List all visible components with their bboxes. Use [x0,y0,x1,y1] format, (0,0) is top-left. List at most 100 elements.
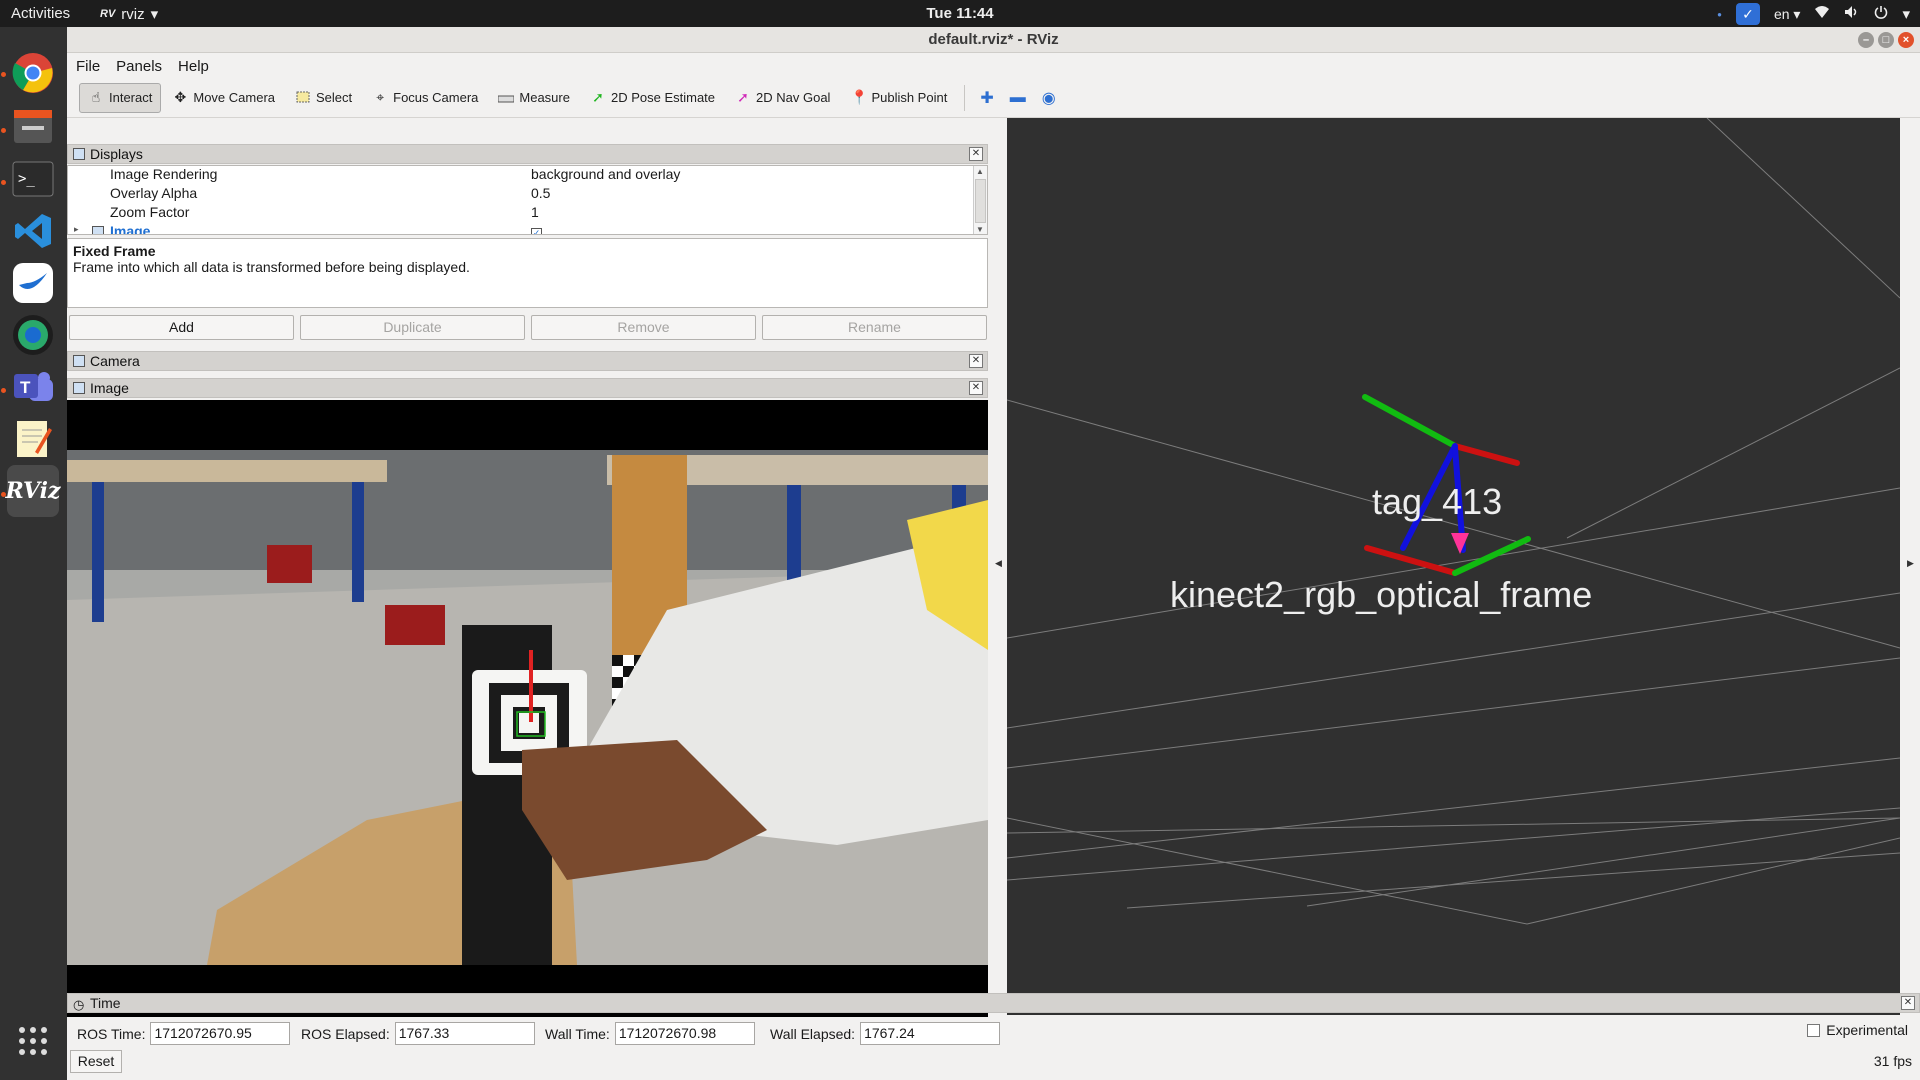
right-splitter-handle[interactable]: ▶ [1904,118,1918,1015]
pose-estimate-tool-button[interactable]: ➚ 2D Pose Estimate [581,83,724,113]
ros-time-value[interactable]: 1712072670.95 [150,1022,291,1045]
system-tray: ● ✓ en ▾ ▾ [1717,3,1910,25]
wall-elapsed-label: Wall Elapsed: [770,1025,856,1042]
globe-app-icon[interactable] [7,309,59,361]
wall-time-field: Wall Time: 1712072670.98 [545,1022,755,1045]
eye-icon: ◉ [1041,89,1056,107]
properties-scrollbar[interactable]: ▲ ▼ [973,166,987,234]
property-value[interactable]: 1 [531,204,539,220]
property-key: Image Rendering [110,166,218,182]
display-properties-tree[interactable]: Image Rendering background and overlay O… [67,165,988,235]
display-enabled-checkbox[interactable]: ✓ [531,223,542,234]
clock[interactable]: Tue 11:44 [0,5,1920,22]
interact-tool-button[interactable]: ☝ Interact [79,82,162,113]
render-canvas[interactable]: tag_413 kinect2_rgb_optical_frame [1007,118,1900,1015]
menu-bar: File Panels Help [67,54,1920,78]
window-titlebar[interactable]: default.rviz* - RViz – □ × [67,27,1920,53]
property-row[interactable]: Overlay Alpha 0.5 [68,185,974,204]
scrollbar-thumb[interactable] [975,179,986,223]
messaging-app-icon[interactable] [7,257,59,309]
chevron-right-icon[interactable]: ▶ [1907,558,1914,569]
tool-properties-button[interactable]: ◉ [1035,83,1063,113]
language-selector[interactable]: en ▾ [1774,6,1801,23]
duplicate-display-button[interactable]: Duplicate [300,315,525,340]
hand-pointer-icon: ☝ [91,89,101,105]
pose-estimate-label: 2D Pose Estimate [610,90,716,105]
checkbox-box[interactable] [1807,1023,1821,1037]
close-icon[interactable]: ✕ [969,147,983,161]
text-editor-icon[interactable] [7,413,59,465]
rviz-icon[interactable]: RViz [5,465,61,517]
rviz-window: default.rviz* - RViz – □ × File Panels H… [67,27,1920,1080]
close-icon[interactable]: ✕ [969,381,983,395]
volume-icon[interactable] [1844,5,1860,23]
messenger-tray-icon[interactable]: ✓ [1735,3,1760,25]
scroll-up-icon[interactable]: ▲ [976,167,984,176]
measure-tool-button[interactable]: Measure [489,83,579,113]
camera-panel-header: Camera ✕ [67,351,988,371]
chevron-down-icon[interactable]: ▾ [1902,5,1910,23]
show-applications-icon[interactable] [7,1015,59,1067]
experimental-checkbox[interactable]: Experimental [1807,1022,1908,1038]
wall-time-value[interactable]: 1712072670.98 [614,1022,755,1045]
close-button[interactable]: × [1898,32,1914,48]
remove-display-button[interactable]: Remove [531,315,756,340]
camera-frame [67,400,988,1017]
maximize-button[interactable]: □ [1878,32,1894,48]
terminal-icon[interactable]: >_ [7,153,59,205]
teams-icon[interactable]: T [7,361,59,413]
crosshair-icon: ⌖ [376,89,385,105]
add-display-button[interactable]: Add [69,315,294,340]
display-row-image[interactable]: ▸ Image ✓ [68,223,974,234]
nav-goal-tool-button[interactable]: ➚ 2D Nav Goal [726,83,839,113]
menu-file[interactable]: File [76,58,100,75]
vscode-icon[interactable] [7,205,59,257]
chevron-left-icon[interactable]: ◀ [995,558,1002,569]
status-dot-icon: ● [1717,9,1722,19]
move-camera-tool-button[interactable]: ✥ Move Camera [163,83,284,113]
chrome-icon[interactable] [7,47,59,99]
running-indicator [1,388,6,393]
wifi-icon[interactable] [1814,5,1830,23]
publish-point-tool-button[interactable]: 📍 Publish Point [841,83,956,113]
ros-elapsed-label: ROS Elapsed: [301,1025,390,1042]
measure-label: Measure [519,90,570,105]
file-manager-icon[interactable] [7,100,59,152]
reset-button[interactable]: Reset [70,1050,122,1073]
chevron-right-icon[interactable]: ▸ [74,224,79,234]
property-row[interactable]: Zoom Factor 1 [68,204,974,223]
add-tool-button[interactable]: ✚ [973,83,1000,113]
splitter-handle[interactable]: ◀ [993,118,1005,1015]
select-tool-button[interactable]: Select [286,83,361,113]
rename-display-button[interactable]: Rename [762,315,987,340]
ros-elapsed-value[interactable]: 1767.33 [394,1022,535,1045]
property-key: Zoom Factor [110,204,190,220]
wall-elapsed-value[interactable]: 1767.24 [860,1022,1001,1045]
ros-time-label: ROS Time: [77,1025,146,1042]
camera-frame-label: kinect2_rgb_optical_frame [1170,574,1592,615]
close-icon[interactable]: ✕ [969,354,983,368]
3d-render-view[interactable]: tag_413 kinect2_rgb_optical_frame [1007,118,1900,1015]
window-title: default.rviz* - RViz [928,31,1059,48]
menu-help[interactable]: Help [178,58,209,75]
wall-time-label: Wall Time: [545,1025,610,1042]
image-display-icon [92,226,104,234]
select-label: Select [316,90,353,105]
image-title: Image [90,380,129,396]
menu-panels[interactable]: Panels [116,58,162,75]
property-value[interactable]: background and overlay [531,166,680,182]
property-value[interactable]: 0.5 [531,185,550,201]
minimize-button[interactable]: – [1858,32,1874,48]
displays-title: Displays [90,146,143,162]
wall-elapsed-field: Wall Elapsed: 1767.24 [770,1022,1001,1045]
move-camera-label: Move Camera [193,90,275,105]
remove-tool-button[interactable]: ▬ [1003,83,1033,113]
focus-camera-tool-button[interactable]: ⌖ Focus Camera [363,83,487,113]
property-row[interactable]: Image Rendering background and overlay [68,166,974,185]
toolbar-separator [964,84,966,111]
pink-arrow-icon: ➚ [737,89,749,105]
close-icon[interactable]: ✕ [1901,996,1915,1010]
application-dock: >_ T RViz [0,27,67,1080]
scroll-down-icon[interactable]: ▼ [976,225,984,234]
power-icon[interactable] [1874,5,1888,23]
